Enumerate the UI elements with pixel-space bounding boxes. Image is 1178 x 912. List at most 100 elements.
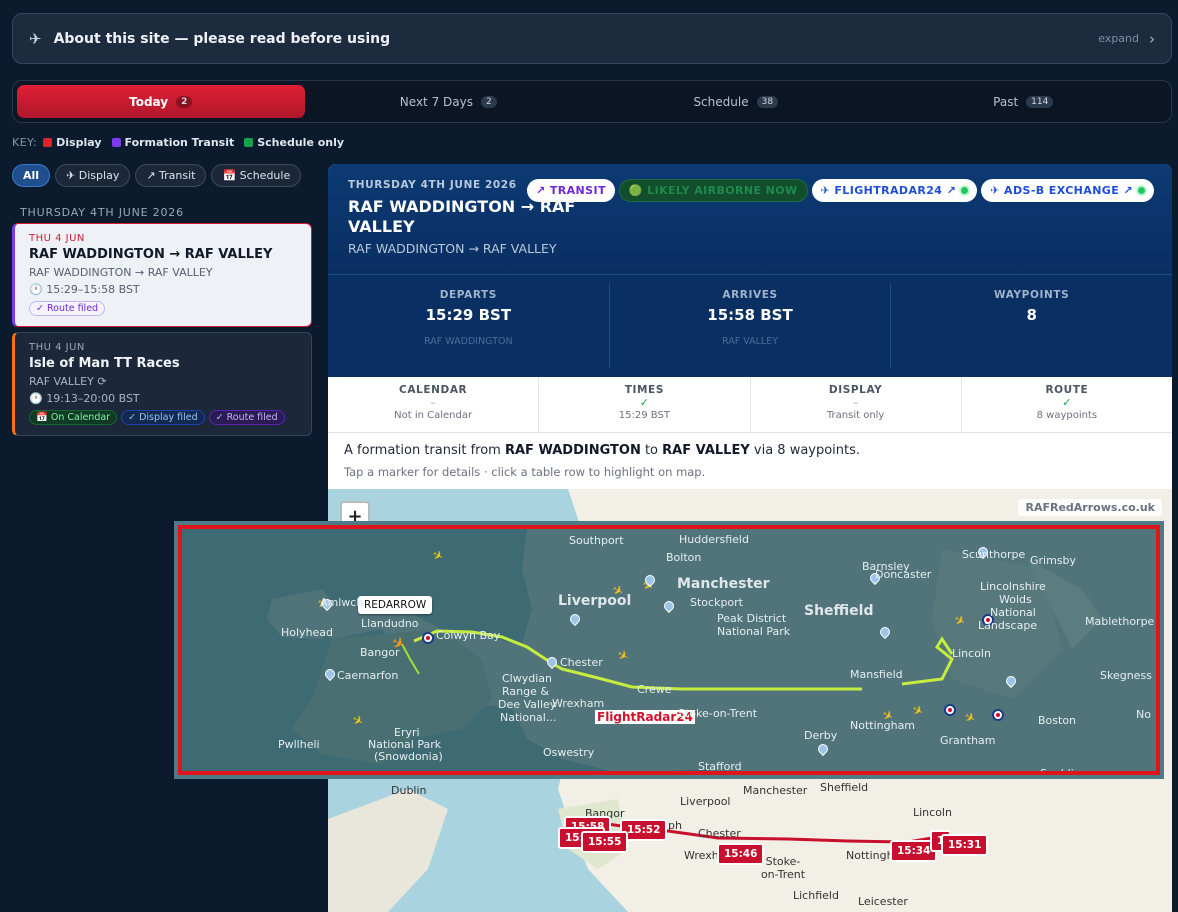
tab-label: Today [129,94,169,109]
place-label: Boston [1038,714,1077,727]
tab-past[interactable]: Past 114 [880,85,1168,118]
place-label: Liverpool [558,593,632,609]
tab-today[interactable]: Today 2 [17,85,305,118]
waypoint-marker[interactable]: 15:31 [941,834,989,856]
place-label: Derby [804,729,838,742]
event-card[interactable]: THU 4 JUN Isle of Man TT Races RAF VALLE… [12,332,312,436]
event-card[interactable]: THU 4 JUN RAF WADDINGTON → RAF VALLEY RA… [12,223,312,327]
place-label: Manchester [677,576,770,592]
stat-note: RAF WADDINGTON [424,336,513,347]
place-label: Llandudno [361,617,419,630]
place-label: Spalding [1040,767,1088,775]
stat-value: 8 [1026,306,1037,324]
place-label: Oswestry [543,746,595,759]
place-label: Wolds [999,593,1032,606]
key-item-label: Formation Transit [124,136,235,149]
swatch-display [43,138,53,147]
tracker-map [267,529,1156,771]
map-label: Chester [698,827,741,840]
check-label: TIMES [624,384,664,396]
place-label: Holyhead [281,626,334,639]
stat-arrives: ARRIVES 15:58 BST RAF VALLEY [610,283,892,369]
place-label: Landscape [978,619,1038,632]
stats-row: DEPARTS 15:29 BST RAF WADDINGTON ARRIVES… [328,274,1172,377]
place-label: Pwllheli [278,738,320,751]
tab-count: 114 [1026,95,1054,108]
key-item-label: Schedule only [257,136,345,149]
place-label: Grantham [940,734,996,747]
tab-bar: Today 2 Next 7 Days 2 Schedule 38 Past 114 [12,80,1172,123]
place-label: Peak District [717,612,787,625]
desc-text: via 8 waypoints. [749,443,861,458]
expand-label[interactable]: expand [1098,32,1139,45]
about-banner[interactable]: ✈ About this site — please read before u… [12,13,1172,64]
event-date: THU 4 JUN [29,233,85,244]
map-hint: Tap a marker for details · click a table… [344,465,706,479]
stat-value: 15:58 BST [707,306,793,324]
map-label: Lincoln [913,806,952,819]
place-label: Doncaster [875,568,932,581]
place-label: Dee Valley [498,698,557,711]
map-label: Lichfield [793,889,839,902]
place-label: No [1136,708,1151,721]
place-label: Crewe [637,683,672,696]
raf-roundel-icon[interactable] [992,709,1004,721]
key-item-transit: Formation Transit [111,136,235,149]
swatch-schedule [244,138,254,147]
legend-key: KEY: Display Formation Transit Schedule … [12,136,348,149]
check-times: TIMES ✓ 15:29 BST [539,377,751,432]
key-item-display: Display [43,136,102,149]
aircraft-callsign-label[interactable]: REDARROW [358,596,433,614]
place-label: Southport [569,534,624,547]
check-label: CALENDAR [399,384,468,396]
place-label: Scunthorpe [962,548,1026,561]
check-icon: ✓ [639,396,649,409]
key-label: KEY: [12,136,38,149]
event-date: THU 4 JUN [29,342,85,353]
filter-schedule-button[interactable]: 📅 Schedule [211,164,302,187]
raf-roundel-icon[interactable] [944,704,956,716]
place-label: Range & [502,685,549,698]
place-label: Sheffield [804,603,874,619]
route-filed-badge: ✓ Route filed [29,301,106,316]
check-label: DISPLAY [828,384,883,396]
plane-icon: ✈ [29,29,42,48]
waypoint-marker[interactable]: 15:46 [717,843,765,865]
filter-all-button[interactable]: All [12,164,51,187]
adsb-exchange-link[interactable]: ✈ ADS-B EXCHANGE ↗ [981,179,1154,202]
check-calendar: CALENDAR – Not in Calendar [328,377,540,432]
place-label: Lincoln [952,647,991,660]
chevron-right-icon[interactable]: › [1149,30,1155,48]
live-dot-icon [961,187,969,194]
tab-schedule[interactable]: Schedule 38 [592,85,880,118]
link-label: ✈ FLIGHTRADAR24 ↗ [820,184,957,197]
place-label: Mansfield [850,668,903,681]
filter-display-button[interactable]: ✈ Display [55,164,131,187]
flightradar24-link[interactable]: ✈ FLIGHTRADAR24 ↗ [811,179,978,202]
check-note: 15:29 BST [618,410,670,421]
desc-origin: RAF WADDINGTON [504,443,641,458]
event-route: RAF WADDINGTON → RAF VALLEY [29,266,213,279]
stat-departs: DEPARTS 15:29 BST RAF WADDINGTON [328,283,610,369]
filter-bar: All ✈ Display ↗ Transit 📅 Schedule [12,164,302,187]
detail-subtitle: RAF WADDINGTON → RAF VALLEY [348,241,557,256]
desc-text: A formation transit from [344,443,505,458]
tab-label: Schedule [693,94,749,109]
about-title: About this site — please read before usi… [53,30,391,47]
check-note: Not in Calendar [394,410,473,421]
tab-count: 38 [756,95,779,108]
waypoint-marker[interactable]: 15:55 [581,831,629,853]
tab-next-7-days[interactable]: Next 7 Days 2 [305,85,593,118]
map-label: Liverpool [680,795,731,808]
display-filed-badge: ✓ Display filed [121,410,205,425]
filter-transit-button[interactable]: ↗ Transit [135,164,207,187]
transit-badge: ↗ TRANSIT [527,179,615,202]
place-label: National Park [717,625,791,638]
check-note: 8 waypoints [1036,410,1098,421]
raf-roundel-icon[interactable] [422,632,434,644]
place-label: Stoke-on-Trent [678,707,758,720]
place-label: Amlwch [320,596,364,609]
route-filed-badge: ✓ Route filed [208,410,285,425]
place-label: (Snowdonia) [374,750,443,763]
event-time: 🕐 15:29–15:58 BST [29,283,140,296]
